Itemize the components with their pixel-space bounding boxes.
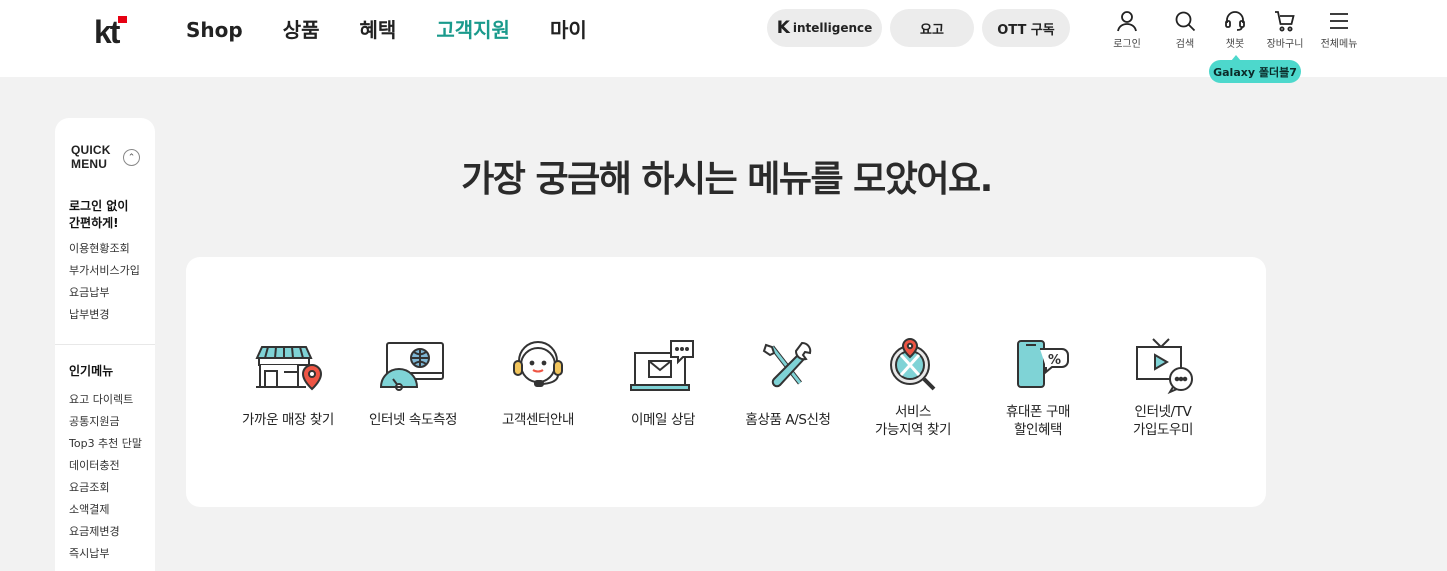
repair-tools-icon bbox=[762, 342, 812, 388]
yogo-button[interactable]: 요고 bbox=[890, 9, 974, 47]
menu-label: 가까운 매장 찾기 bbox=[242, 412, 334, 428]
menu-customer-center[interactable]: 고객센터안내 bbox=[473, 337, 603, 429]
menu-label: 홈상품 A/S신청 bbox=[745, 412, 831, 428]
k-intelligence-label: intelligence bbox=[792, 21, 873, 35]
all-menu-button[interactable]: 전체메뉴 bbox=[1313, 10, 1365, 50]
menu-email-consult[interactable]: 이메일 상담 bbox=[598, 337, 728, 429]
k-intelligence-button[interactable]: K intelligence bbox=[767, 9, 882, 47]
menu-label: 인터넷/TV 가입도우미 bbox=[1132, 404, 1194, 438]
list-item[interactable]: 납부변경 bbox=[69, 304, 140, 326]
list-item[interactable]: 부가서비스가입 bbox=[69, 260, 140, 282]
speed-test-icon bbox=[379, 342, 444, 391]
list-item[interactable]: 소액결제 bbox=[69, 499, 142, 521]
menu-coverage-search[interactable]: 서비스 가능지역 찾기 bbox=[848, 337, 978, 439]
search-button[interactable]: 검색 bbox=[1159, 10, 1211, 50]
menu-home-as-request[interactable]: 홈상품 A/S신청 bbox=[723, 337, 853, 429]
gnb-shop[interactable]: Shop bbox=[186, 16, 243, 44]
login-label: 로그인 bbox=[1113, 39, 1141, 50]
gnb-benefits[interactable]: 혜택 bbox=[360, 16, 397, 44]
promo-tooltip[interactable]: Galaxy 폴더블7 bbox=[1209, 55, 1301, 83]
menu-label: 인터넷 속도측정 bbox=[368, 412, 458, 428]
email-consult-icon bbox=[630, 340, 694, 391]
chatbot-button[interactable]: 챗봇 bbox=[1209, 10, 1261, 50]
gnb-customer-support[interactable]: 고객지원 bbox=[436, 16, 510, 44]
headset-icon bbox=[513, 341, 563, 387]
svg-text:kt: kt bbox=[94, 14, 121, 48]
global-nav: Shop 상품 혜택 고객지원 마이 bbox=[186, 16, 627, 44]
search-icon bbox=[1175, 11, 1196, 32]
menu-speed-test[interactable]: 인터넷 속도측정 bbox=[348, 337, 478, 429]
search-label: 검색 bbox=[1175, 39, 1195, 50]
cart-button[interactable]: 장바구니 bbox=[1259, 10, 1311, 50]
quick-section-popular-title: 인기메뉴 bbox=[69, 364, 114, 378]
hamburger-icon bbox=[1330, 13, 1348, 29]
quick-section-no-login-title: 로그인 없이 간편하게! bbox=[69, 199, 129, 230]
k-mark: K bbox=[776, 18, 790, 38]
page-title: 가장 궁금해 하시는 메뉴를 모았어요. bbox=[461, 159, 993, 200]
list-item[interactable]: 요금조회 bbox=[69, 477, 142, 499]
all-menu-label: 전체메뉴 bbox=[1320, 39, 1358, 50]
list-item[interactable]: 요금납부 bbox=[69, 282, 140, 304]
menu-label: 이메일 상담 bbox=[631, 412, 695, 428]
quick-section-popular-list: 요고 다이렉트 공통지원금 Top3 추천 단말 데이터충전 요금조회 소액결제… bbox=[69, 389, 142, 565]
store-location-icon bbox=[255, 346, 322, 391]
chatbot-label: 챗봇 bbox=[1225, 39, 1245, 50]
coverage-search-icon bbox=[890, 337, 936, 391]
person-icon bbox=[1117, 11, 1137, 32]
internet-tv-icon bbox=[1136, 338, 1193, 395]
menu-store-finder[interactable]: 가까운 매장 찾기 bbox=[223, 337, 353, 429]
menu-label: 서비스 가능지역 찾기 bbox=[874, 404, 951, 438]
cart-label: 장바구니 bbox=[1266, 39, 1304, 50]
divider bbox=[55, 344, 155, 345]
headset-icon bbox=[1225, 11, 1245, 31]
gnb-my[interactable]: 마이 bbox=[550, 16, 587, 44]
svg-text:%: % bbox=[1048, 353, 1061, 368]
cart-icon bbox=[1275, 11, 1295, 32]
list-item[interactable]: 즉시납부 bbox=[69, 543, 142, 565]
list-item[interactable]: Top3 추천 단말 bbox=[69, 433, 142, 455]
login-button[interactable]: 로그인 bbox=[1101, 10, 1153, 50]
list-item[interactable]: 요고 다이렉트 bbox=[69, 389, 142, 411]
menu-label: 휴대폰 구매 할인혜택 bbox=[1006, 404, 1070, 438]
kt-logo[interactable]: kt bbox=[92, 14, 134, 48]
ott-subscription-button[interactable]: OTT 구독 bbox=[982, 9, 1070, 47]
gnb-products[interactable]: 상품 bbox=[283, 16, 320, 44]
phone-discount-icon: % bbox=[1017, 340, 1069, 388]
list-item[interactable]: 이용현황조회 bbox=[69, 238, 140, 260]
list-item[interactable]: 공통지원금 bbox=[69, 411, 142, 433]
menu-label: 고객센터안내 bbox=[501, 412, 575, 428]
menu-phone-discount[interactable]: % 휴대폰 구매 할인혜택 bbox=[973, 337, 1103, 439]
list-item[interactable]: 요금제변경 bbox=[69, 521, 142, 543]
menu-internet-tv-guide[interactable]: 인터넷/TV 가입도우미 bbox=[1098, 337, 1228, 439]
quick-section-no-login-list: 이용현황조회 부가서비스가입 요금납부 납부변경 bbox=[69, 238, 140, 326]
popular-menu-card: 가까운 매장 찾기 인터넷 속도측정 고객센터안내 이메일 상담 홈상품 A/S… bbox=[186, 257, 1266, 507]
list-item[interactable]: 데이터충전 bbox=[69, 455, 142, 477]
